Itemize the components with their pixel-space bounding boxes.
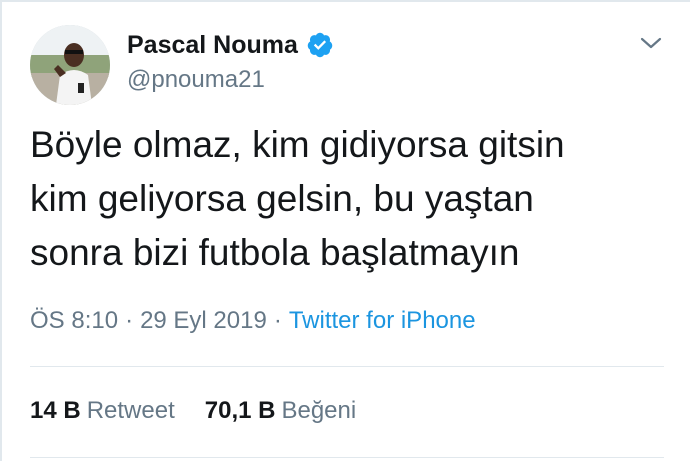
avatar[interactable] (30, 25, 110, 105)
tweet-date[interactable]: 29 Eyl 2019 (140, 307, 267, 334)
author-display-name[interactable]: Pascal Nouma (127, 28, 298, 62)
likes-stat[interactable]: 70,1 B Beğeni (205, 395, 356, 427)
tweet-text-line: kim geliyorsa gelsin, bu yaştan (30, 178, 534, 219)
chevron-down-icon (640, 37, 662, 49)
profile-photo (30, 25, 110, 105)
retweets-label: Retweet (86, 397, 175, 424)
tweet-card: Pascal Nouma @pnouma21 Böyle olmaz, kim … (0, 0, 690, 461)
retweets-count: 14 B (30, 397, 81, 424)
meta-separator: · (125, 307, 134, 334)
divider (30, 366, 664, 367)
meta-separator: · (273, 307, 282, 334)
verified-badge-icon (307, 32, 333, 58)
tweet-text-line: Böyle olmaz, kim gidiyorsa gitsin (30, 124, 565, 165)
retweets-stat[interactable]: 14 B Retweet (30, 395, 175, 427)
likes-count: 70,1 B (204, 397, 276, 424)
divider (30, 457, 664, 458)
tweet-source-link[interactable]: Twitter for iPhone (289, 307, 476, 334)
likes-label: Beğeni (281, 397, 357, 424)
tweet-meta: ÖS 8:10 · 29 Eyl 2019 · Twitter for iPhone (30, 305, 476, 337)
tweet-stats: 14 B Retweet 70,1 B Beğeni (30, 395, 356, 427)
tweet-text: Böyle olmaz, kim gidiyorsa gitsin kim ge… (30, 118, 670, 280)
author-handle[interactable]: @pnouma21 (127, 65, 265, 95)
tweet-text-line: sonra bizi futbola başlatmayın (30, 232, 520, 273)
tweet-time[interactable]: ÖS 8:10 (30, 307, 118, 334)
tweet-menu-button[interactable] (635, 31, 667, 55)
author-name-row: Pascal Nouma (127, 28, 334, 62)
